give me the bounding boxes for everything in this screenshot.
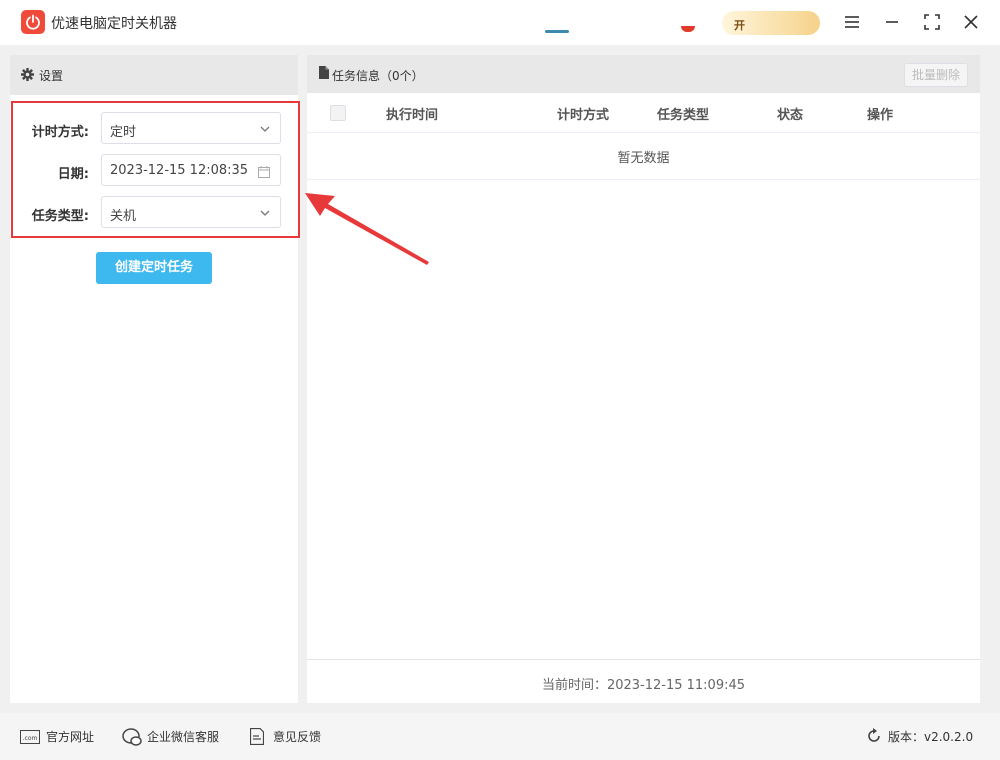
table-header: 执行时间 计时方式 任务类型 状态 操作 xyxy=(307,93,980,133)
column-header: 操作 xyxy=(867,108,894,123)
settings-highlight-box: 计时方式: 定时 日期: 2023-12-15 12:08:35 任务类型: 关… xyxy=(11,101,300,238)
minimize-icon xyxy=(886,21,898,23)
select-all-checkbox[interactable] xyxy=(330,105,346,121)
close-icon xyxy=(964,15,978,29)
app-title: 优速电脑定时关机器 xyxy=(51,16,177,32)
document-icon xyxy=(319,66,329,79)
wechat-service-link[interactable]: 企业微信客服 xyxy=(147,728,219,745)
column-header: 计时方式 xyxy=(557,108,610,123)
feedback-link[interactable]: 意见反馈 xyxy=(273,728,321,745)
task-type-value: 关机 xyxy=(110,209,137,224)
settings-header: 设置 xyxy=(10,55,298,95)
hamburger-icon xyxy=(845,16,859,28)
task-type-select[interactable]: 关机 xyxy=(101,196,281,228)
timing-mode-select[interactable]: 定时 xyxy=(101,112,281,144)
website-link[interactable]: 官方网址 xyxy=(46,728,94,745)
close-button[interactable] xyxy=(959,10,983,34)
chevron-down-icon xyxy=(260,126,270,132)
date-value: 2023-12-15 12:08:35 xyxy=(110,163,249,178)
task-panel: 任务信息（0个） 批量删除 执行时间 计时方式 任务类型 状态 操作 暂无数据 … xyxy=(307,55,980,703)
empty-state-text: 暂无数据 xyxy=(617,151,670,166)
promo-text: 开 xyxy=(734,19,745,32)
promo-graphic-red xyxy=(681,26,695,32)
wechat-icon xyxy=(122,728,142,746)
calendar-icon xyxy=(258,166,270,178)
divider xyxy=(307,659,980,660)
column-header: 执行时间 xyxy=(386,108,439,123)
empty-state-row: 暂无数据 xyxy=(307,133,980,180)
date-picker[interactable]: 2023-12-15 12:08:35 xyxy=(101,154,281,186)
minimize-button[interactable] xyxy=(880,10,904,34)
gear-icon xyxy=(21,68,34,81)
batch-delete-button[interactable]: 批量删除 xyxy=(904,63,968,87)
status-bar: .com 官方网址 企业微信客服 意见反馈 版本：v2.0.2.0 xyxy=(0,713,1000,760)
feedback-icon xyxy=(250,728,264,745)
svg-text:.com: .com xyxy=(23,735,38,742)
create-task-button[interactable]: 创建定时任务 xyxy=(96,252,212,284)
settings-panel: 设置 计时方式: 定时 日期: 2023-12-15 12:08:35 任务类型… xyxy=(10,55,300,703)
current-time: 当前时间：2023-12-15 11:09:45 xyxy=(541,678,746,693)
date-label: 日期: xyxy=(57,167,89,182)
maximize-button[interactable] xyxy=(920,10,944,34)
column-header: 任务类型 xyxy=(657,108,710,123)
column-header: 状态 xyxy=(777,108,804,123)
timing-mode-value: 定时 xyxy=(110,125,137,140)
website-icon: .com xyxy=(20,730,40,744)
power-icon xyxy=(26,14,40,30)
task-title: 任务信息（0个） xyxy=(332,69,424,83)
refresh-icon xyxy=(868,728,880,742)
menu-button[interactable] xyxy=(840,10,864,34)
promo-graphic xyxy=(545,30,569,33)
task-header: 任务信息（0个） 批量删除 xyxy=(307,55,980,93)
app-logo xyxy=(21,10,45,34)
task-type-label: 任务类型: xyxy=(31,209,89,224)
settings-title: 设置 xyxy=(39,69,64,83)
timing-mode-label: 计时方式: xyxy=(31,125,89,140)
version-label[interactable]: 版本：v2.0.2.0 xyxy=(888,728,973,745)
fullscreen-icon xyxy=(924,14,940,30)
title-bar: 优速电脑定时关机器 开 xyxy=(0,0,1000,45)
chevron-down-icon xyxy=(260,210,270,216)
promo-banner[interactable]: 开 xyxy=(722,11,820,35)
